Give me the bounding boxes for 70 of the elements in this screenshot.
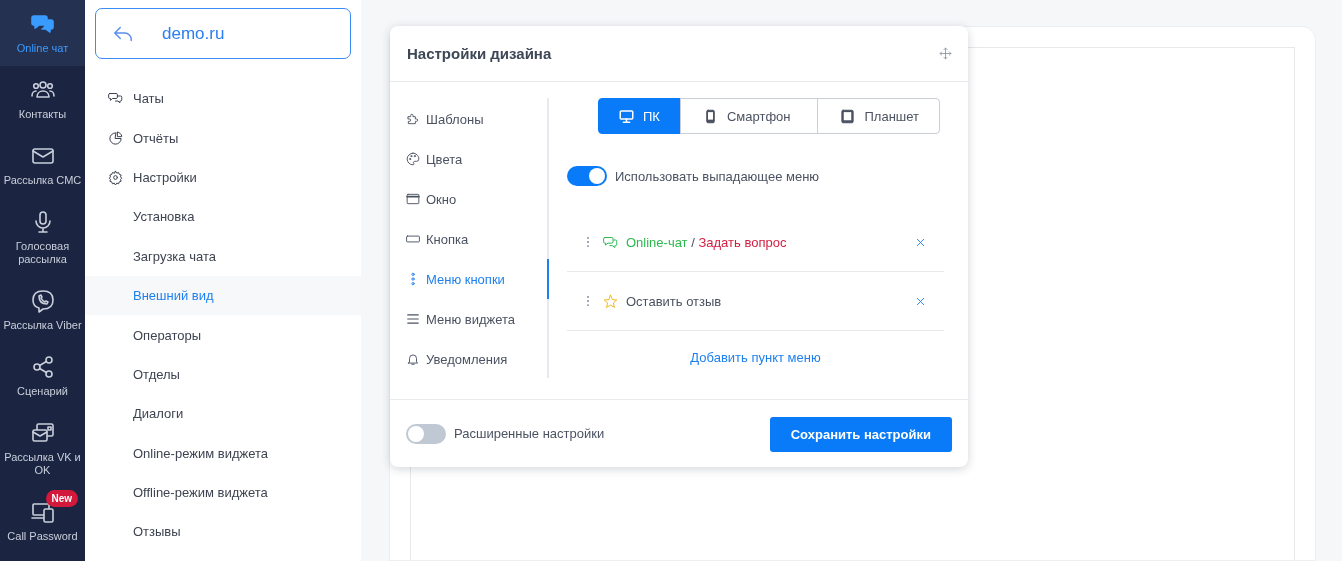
chat-bubbles-icon bbox=[603, 234, 618, 250]
list-lines-icon bbox=[406, 312, 420, 326]
rail-item[interactable]: Рассылка VK и OK bbox=[0, 409, 85, 488]
section-tab[interactable]: Кнопка bbox=[390, 219, 547, 259]
nav-item[interactable]: Внешний вид bbox=[85, 275, 361, 316]
toggle-label: Расширенные настройки bbox=[454, 426, 605, 441]
section-tab[interactable]: Шаблоны bbox=[390, 99, 547, 139]
rail-label: Контакты bbox=[18, 108, 67, 121]
rail-label: Рассылка СМС bbox=[3, 174, 82, 187]
nav-item[interactable]: Операторы bbox=[85, 315, 361, 355]
star-icon bbox=[603, 293, 618, 309]
toggle-switch[interactable] bbox=[567, 166, 607, 186]
section-tab[interactable]: Меню виджета bbox=[390, 299, 547, 339]
menu-item-text: Оставить отзыв bbox=[626, 293, 723, 309]
nav-item[interactable]: Offline-режим виджета bbox=[85, 472, 361, 513]
palette-icon bbox=[406, 152, 420, 166]
rail-label: Рассылка VK и OK bbox=[3, 451, 82, 477]
phone-bubble-icon bbox=[30, 289, 55, 313]
device-tab[interactable]: Планшет bbox=[817, 98, 940, 134]
rail-label: Call Password bbox=[7, 530, 78, 543]
puzzle-icon bbox=[406, 112, 420, 126]
rail-item[interactable]: Рассылка СМС bbox=[0, 132, 85, 198]
dialog-title: Настройки дизайна bbox=[407, 45, 552, 62]
rail-label: Голосовая рассылка bbox=[14, 240, 71, 266]
gear-icon bbox=[108, 169, 123, 185]
add-menu-item-link[interactable]: Добавить пункт меню bbox=[690, 350, 821, 365]
rail-item[interactable]: Контакты bbox=[0, 66, 85, 132]
toggle-label: Использовать выпадающее меню bbox=[615, 168, 820, 184]
menu-item-text: Online-чат / Задать вопрос bbox=[626, 234, 788, 250]
share-icon bbox=[30, 355, 55, 379]
nav-item[interactable]: Загрузка чата bbox=[85, 236, 361, 276]
rail-label: Рассылка Viber bbox=[3, 319, 82, 332]
tablet-icon bbox=[840, 108, 856, 124]
chat-bubbles-icon bbox=[30, 12, 55, 36]
nav-item[interactable]: Отзывы bbox=[85, 512, 361, 552]
nav-item[interactable]: Настройки bbox=[85, 157, 361, 198]
rail-item[interactable]: Голосовая рассылка bbox=[0, 198, 85, 277]
pie-chart-icon bbox=[108, 130, 123, 146]
move-icon[interactable] bbox=[939, 47, 952, 60]
section-tab[interactable]: Цвета bbox=[390, 139, 547, 179]
site-selector[interactable]: demo.ru bbox=[95, 8, 351, 59]
nav-item[interactable]: Чаты bbox=[85, 79, 361, 119]
rail-item[interactable]: Online чат bbox=[0, 0, 85, 66]
new-badge: New bbox=[45, 490, 79, 507]
bell-icon bbox=[406, 352, 420, 366]
section-tab[interactable]: Меню кнопки bbox=[390, 259, 547, 299]
toggle-switch[interactable] bbox=[406, 423, 446, 444]
device-tab[interactable]: Смартфон bbox=[679, 98, 819, 134]
rail-label: Сценарий bbox=[17, 385, 68, 398]
nav-item[interactable]: Отчёты bbox=[85, 118, 361, 158]
device-tab[interactable]: ПК bbox=[598, 98, 681, 134]
remove-icon[interactable] bbox=[915, 236, 926, 248]
button-shape-icon bbox=[406, 232, 420, 246]
nav-item[interactable]: Отделы bbox=[85, 354, 361, 395]
nav-item[interactable]: Установка bbox=[85, 197, 361, 237]
rail-label: Online чат bbox=[16, 42, 69, 55]
remove-icon[interactable] bbox=[915, 295, 926, 307]
monitor-icon bbox=[619, 108, 634, 124]
rail-item[interactable]: Сценарий bbox=[0, 343, 85, 409]
nav-item[interactable]: Диалоги bbox=[85, 394, 361, 434]
section-tab[interactable]: Окно bbox=[390, 179, 547, 219]
section-tab[interactable]: Уведомления bbox=[390, 339, 547, 379]
nav-item[interactable]: Online-режим виджета bbox=[85, 433, 361, 473]
devices-icon bbox=[30, 500, 55, 524]
save-button[interactable]: Сохранить настройки bbox=[769, 417, 952, 452]
window-icon bbox=[406, 192, 420, 206]
site-name: demo.ru bbox=[162, 23, 225, 44]
rail-item[interactable]: Рассылка Viber bbox=[0, 277, 85, 343]
envelopes-icon bbox=[30, 421, 55, 445]
rail-item[interactable]: New Call Password bbox=[0, 488, 85, 554]
